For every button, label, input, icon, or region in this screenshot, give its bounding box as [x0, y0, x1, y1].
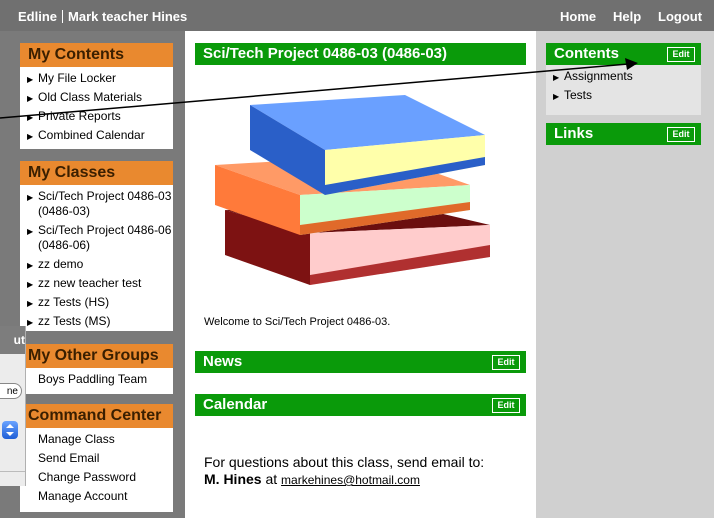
annotation-arrow [0, 58, 638, 119]
arrow-line [0, 63, 629, 119]
arrow-head-icon [625, 58, 638, 70]
